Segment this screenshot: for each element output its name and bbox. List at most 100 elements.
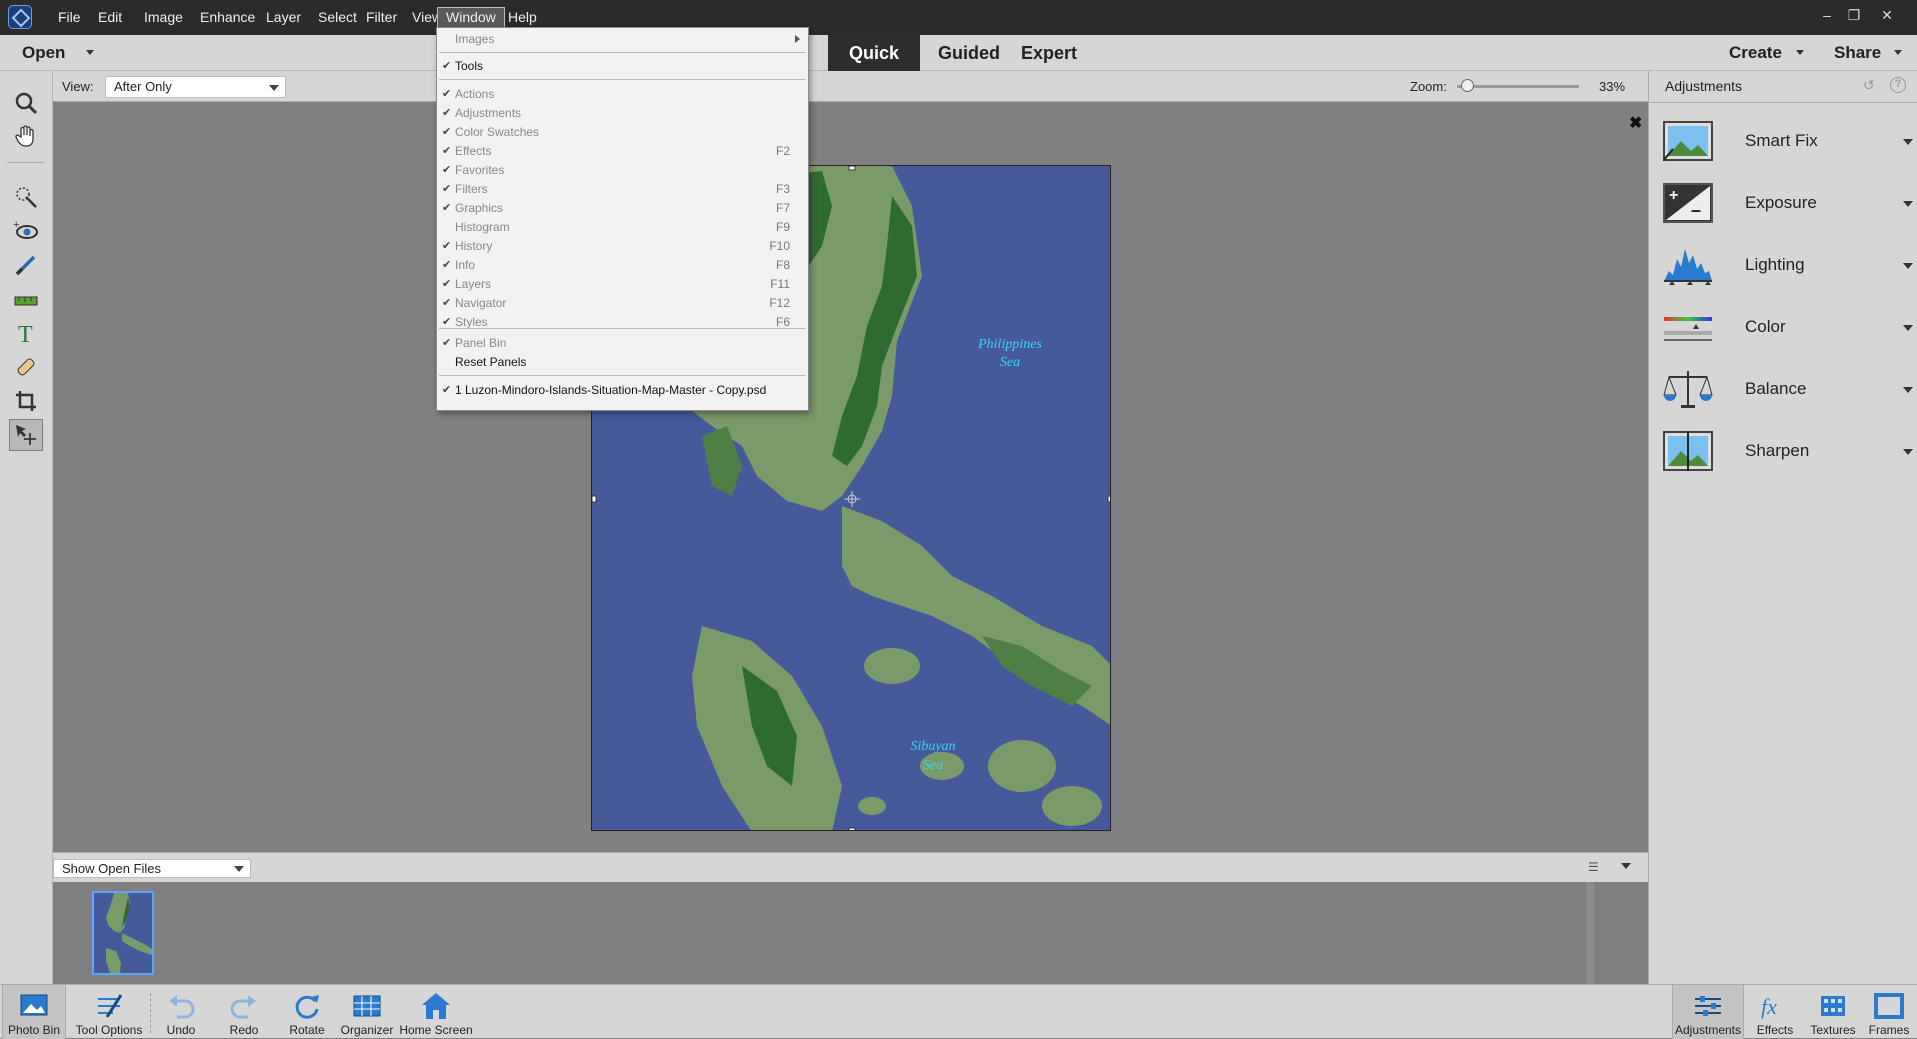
frames-tab-button[interactable]: Frames: [1864, 985, 1914, 1039]
menu-item-panel[interactable]: ✔ Styles F6: [437, 313, 808, 332]
menu-item-panel[interactable]: ✔ Color Swatches: [437, 123, 808, 142]
help-icon[interactable]: ?: [1890, 77, 1906, 93]
create-dropdown-icon[interactable]: [1796, 50, 1804, 55]
menu-item-reset-panels[interactable]: Reset Panels: [437, 353, 808, 372]
menu-item-images[interactable]: Images: [437, 30, 808, 49]
menu-select[interactable]: Select: [310, 0, 365, 35]
red-eye-tool-icon[interactable]: +: [9, 215, 43, 247]
view-select[interactable]: After Only: [105, 76, 286, 98]
map-lake: [763, 573, 791, 609]
adjustments-icon: [1695, 996, 1721, 1016]
svg-text:T: T: [18, 322, 33, 345]
close-document-icon[interactable]: ✖: [1629, 113, 1642, 133]
menu-item-panel[interactable]: ✔ Info F8: [437, 256, 808, 275]
menu-separator: [439, 375, 806, 376]
menu-item-panel-bin[interactable]: ✔ Panel Bin: [437, 334, 808, 353]
menu-item-panel[interactable]: ✔ Effects F2: [437, 142, 808, 161]
undo-icon: [169, 995, 195, 1019]
taskbar-label: Home Screen: [399, 1023, 473, 1037]
textures-tab-button[interactable]: Textures: [1806, 985, 1860, 1039]
photo-bin-header: Show Open Files ☰: [53, 852, 1648, 882]
menu-image[interactable]: Image: [136, 0, 191, 35]
bin-options-icon[interactable]: ☰: [1588, 860, 1599, 874]
open-button[interactable]: Open: [22, 43, 65, 63]
minimize-icon[interactable]: –: [1816, 6, 1838, 24]
share-dropdown-icon[interactable]: [1894, 50, 1902, 55]
hand-tool-icon[interactable]: [9, 120, 43, 152]
menu-item-shortcut: F9: [775, 220, 790, 234]
open-dropdown-icon[interactable]: [86, 50, 94, 55]
menu-layer[interactable]: Layer: [258, 0, 309, 35]
undo-button[interactable]: Undo: [160, 985, 202, 1039]
menu-item-open-file[interactable]: ✔ 1 Luzon-Mindoro-Islands-Situation-Map-…: [437, 381, 808, 400]
create-button[interactable]: Create: [1729, 43, 1782, 63]
menu-filter[interactable]: Filter: [358, 0, 405, 35]
straighten-tool-icon[interactable]: [9, 283, 43, 315]
checkmark-icon: ✔: [442, 145, 452, 157]
map-label-sibuyan: Sibuyan: [910, 739, 955, 754]
panel-title: Adjustments: [1665, 78, 1743, 94]
adjustment-balance[interactable]: Balance: [1663, 365, 1913, 419]
textures-icon: [1821, 996, 1845, 1016]
menu-item-panel[interactable]: ✔ Layers F11: [437, 275, 808, 294]
adjustments-panel: Adjustments ↺ ? Smart Fix + – Exposure Li…: [1648, 71, 1917, 984]
zoom-tool-icon[interactable]: [9, 87, 43, 119]
menu-item-panel[interactable]: ✔ Actions: [437, 85, 808, 104]
menu-item-panel[interactable]: ✔ Adjustments: [437, 104, 808, 123]
tab-quick[interactable]: Quick: [828, 35, 921, 71]
collapse-bin-icon[interactable]: [1621, 863, 1631, 869]
adjustment-exposure[interactable]: + – Exposure: [1663, 179, 1913, 233]
photo-thumbnail[interactable]: [92, 891, 154, 975]
redo-button[interactable]: Redo: [223, 985, 265, 1039]
tab-expert[interactable]: Expert: [1000, 35, 1098, 71]
menu-item-panel[interactable]: ✔ Favorites: [437, 161, 808, 180]
adjustment-label: Exposure: [1745, 193, 1817, 212]
menu-item-panel[interactable]: Histogram F9: [437, 218, 808, 237]
type-tool-icon[interactable]: T: [9, 317, 43, 349]
menu-item-panel[interactable]: ✔ History F10: [437, 237, 808, 256]
adjustment-sharpen[interactable]: Sharpen: [1663, 427, 1913, 481]
tool-options-button[interactable]: Tool Options: [70, 985, 148, 1039]
share-button[interactable]: Share: [1834, 43, 1881, 63]
menu-window[interactable]: Window: [437, 7, 505, 28]
menu-item-panel[interactable]: ✔ Navigator F12: [437, 294, 808, 313]
restore-icon[interactable]: ❐: [1843, 6, 1865, 24]
menu-item-tools[interactable]: ✔ Tools: [437, 57, 808, 76]
zoom-slider-track[interactable]: [1457, 85, 1579, 88]
show-open-files-select[interactable]: Show Open Files: [53, 859, 251, 878]
map-island: [864, 648, 920, 684]
home-screen-button[interactable]: Home Screen: [399, 985, 473, 1039]
bin-scrollbar[interactable]: [1586, 882, 1594, 984]
adjustment-lighting[interactable]: Lighting: [1663, 241, 1913, 295]
spot-healing-tool-icon[interactable]: [9, 351, 43, 383]
reset-panel-icon[interactable]: ↺: [1863, 77, 1881, 93]
whiten-teeth-tool-icon[interactable]: [9, 249, 43, 281]
adjustments-tab-button[interactable]: Adjustments: [1672, 985, 1744, 1039]
close-window-icon[interactable]: ✕: [1876, 6, 1898, 24]
menu-edit[interactable]: Edit: [90, 0, 130, 35]
menu-separator: [439, 52, 806, 53]
menu-item-shortcut: F10: [769, 239, 790, 253]
taskbar-label: Redo: [229, 1023, 259, 1037]
effects-tab-button[interactable]: fx Effects: [1752, 985, 1798, 1039]
rotate-button[interactable]: Rotate: [283, 985, 331, 1039]
menu-item-panel[interactable]: ✔ Graphics F7: [437, 199, 808, 218]
menu-enhance[interactable]: Enhance: [192, 0, 263, 35]
adjustment-smart-fix[interactable]: Smart Fix: [1663, 117, 1913, 171]
menu-item-panel[interactable]: ✔ Filters F3: [437, 180, 808, 199]
crop-tool-icon[interactable]: [9, 385, 43, 417]
organizer-button[interactable]: Organizer: [338, 985, 396, 1039]
menu-file[interactable]: File: [50, 0, 89, 35]
zoom-slider-handle[interactable]: [1460, 79, 1474, 92]
taskbar-divider: [150, 993, 151, 1033]
quick-selection-tool-icon[interactable]: [9, 181, 43, 213]
transform-handle: [848, 827, 856, 830]
bin-select-value: Show Open Files: [62, 861, 161, 876]
photo-bin-button[interactable]: Photo Bin: [2, 985, 66, 1039]
menu-item-label: Info: [455, 258, 476, 272]
map-label-philippines: Philippines: [977, 337, 1042, 352]
adjustment-label: Sharpen: [1745, 441, 1810, 460]
chevron-down-icon: [1903, 201, 1913, 207]
adjustment-color[interactable]: Color: [1663, 303, 1913, 357]
move-tool-icon[interactable]: [9, 419, 43, 451]
